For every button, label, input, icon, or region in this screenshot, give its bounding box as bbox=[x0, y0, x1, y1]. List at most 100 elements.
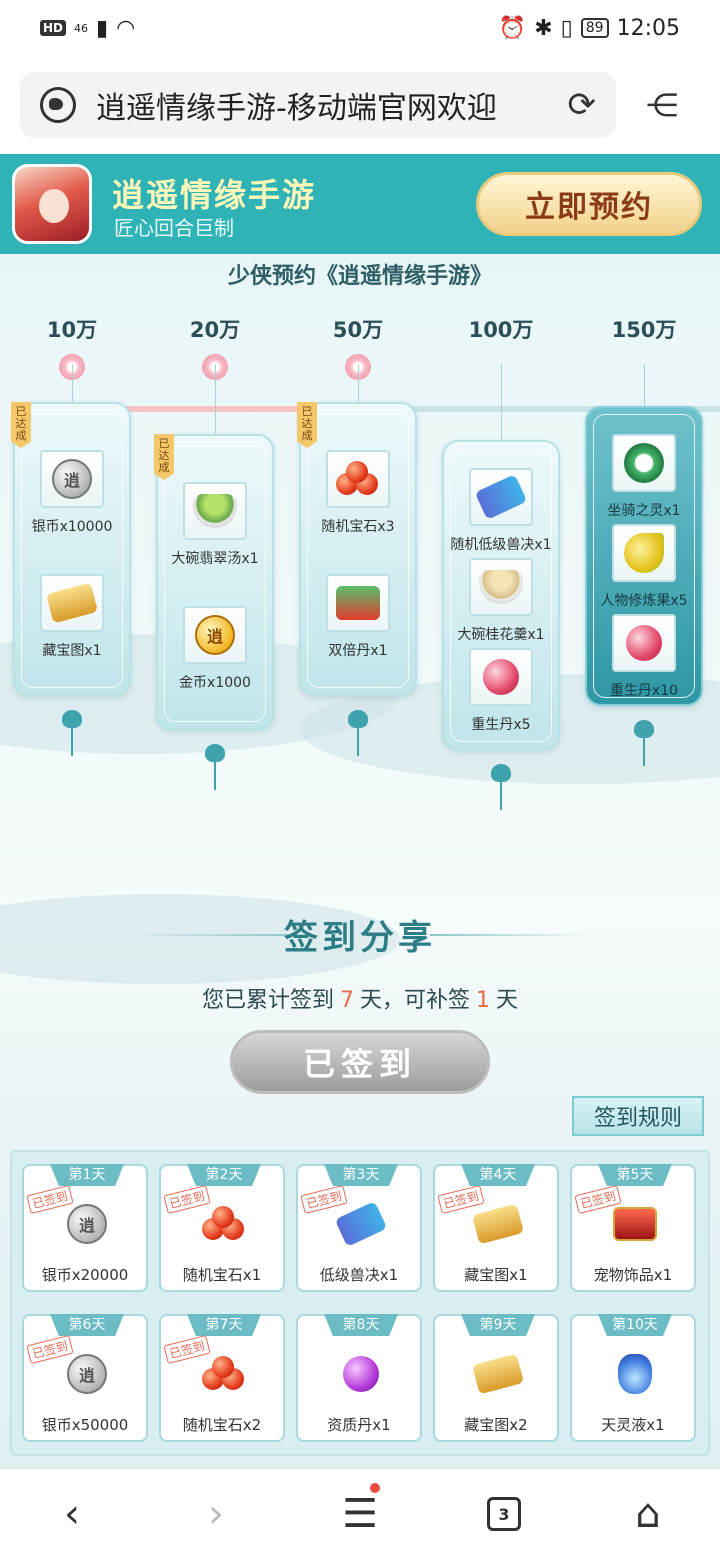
wifi-icon: ◠ bbox=[116, 15, 136, 41]
app-name: 逍遥情缘手游 bbox=[112, 176, 317, 214]
signin-day-card[interactable]: 第9天藏宝图x2 bbox=[433, 1314, 559, 1442]
reward-label: 藏宝图x1 bbox=[42, 643, 102, 659]
home-icon[interactable]: ⌂ bbox=[618, 1489, 678, 1539]
reward-label: 双倍丹x1 bbox=[328, 643, 388, 659]
milestone-card: 坐骑之灵x1 人物修炼果x5 重生丹x10 bbox=[585, 406, 703, 706]
battery-level: 89 bbox=[580, 18, 609, 38]
signin-day-card[interactable]: 第10天 天灵液x1 bbox=[570, 1314, 696, 1442]
hanging-thread bbox=[501, 364, 502, 440]
signin-day-card[interactable]: 第8天资质丹x1 bbox=[296, 1314, 422, 1442]
treasure-map-icon bbox=[40, 574, 104, 632]
signin-rules-button[interactable]: 签到规则 bbox=[572, 1096, 704, 1136]
day-reward-label: 随机宝石x2 bbox=[182, 1416, 262, 1434]
lotus-pendant-icon bbox=[343, 706, 373, 756]
reward-label: 银币x10000 bbox=[31, 519, 113, 535]
day-tag: 第4天 bbox=[461, 1164, 535, 1186]
network-type: 46 bbox=[74, 21, 89, 35]
day-reward-label: 藏宝图x1 bbox=[464, 1266, 528, 1284]
silver-coin-icon: 逍 bbox=[40, 450, 104, 508]
day-reward-label: 银币x20000 bbox=[41, 1266, 129, 1284]
signed-button[interactable]: 已签到 bbox=[230, 1030, 490, 1094]
signin-summary: 您已累计签到 7 天，可补签 1 天 bbox=[0, 982, 720, 1014]
double-pill-chest-icon bbox=[326, 574, 390, 632]
lotus-pendant-icon bbox=[57, 706, 87, 756]
signin-day-card[interactable]: 第2天 已签到 随机宝石x1 bbox=[159, 1164, 285, 1292]
bottom-navigation: ‹ › ☰ 3 ⌂ bbox=[0, 1468, 720, 1560]
lotus-pendant-icon bbox=[629, 716, 659, 766]
hanging-thread bbox=[72, 364, 73, 402]
day-reward-label: 低级兽决x1 bbox=[319, 1266, 399, 1284]
day-reward-label: 资质丹x1 bbox=[327, 1416, 391, 1434]
summary-mid: 天，可补签 bbox=[359, 988, 470, 1013]
reserve-now-button[interactable]: 立即预约 bbox=[476, 172, 702, 236]
achieved-badge: 已达成 bbox=[11, 402, 31, 448]
hanging-thread bbox=[358, 364, 359, 402]
day-tag: 第7天 bbox=[187, 1314, 261, 1336]
reward-label: 坐骑之灵x1 bbox=[607, 503, 681, 519]
days-signed: 7 bbox=[339, 988, 354, 1013]
reward-label: 金币x1000 bbox=[179, 675, 251, 691]
achieved-badge: 已达成 bbox=[154, 434, 174, 480]
day-reward-label: 藏宝图x2 bbox=[464, 1416, 528, 1434]
reward-label: 重生丹x10 bbox=[609, 683, 679, 699]
achieved-badge: 已达成 bbox=[297, 402, 317, 448]
milestone-label: 10万 bbox=[46, 318, 98, 342]
main-content: 少侠预约《逍遥情缘手游》 10万逍银币x10000 藏宝图x1 已达成 20万 大碗翡翠… bbox=[0, 254, 720, 1468]
reload-icon[interactable]: ⟳ bbox=[568, 85, 597, 125]
alarm-icon: ⏰ bbox=[498, 15, 527, 41]
status-left: HD 46 ▮ ◠ bbox=[40, 16, 135, 41]
milestone-card: 逍银币x10000 藏宝图x1 已达成 bbox=[11, 402, 131, 696]
signin-title: 签到分享 bbox=[284, 918, 436, 958]
day-tag: 第3天 bbox=[324, 1164, 398, 1186]
signin-day-card[interactable]: 第6天逍已签到 银币x50000 bbox=[22, 1314, 148, 1442]
milestone-card: 随机宝石x3 双倍丹x1 已达成 bbox=[297, 402, 417, 696]
reward-label: 随机低级兽决x1 bbox=[450, 537, 552, 553]
vibrate-icon: ▯ bbox=[560, 15, 573, 41]
summary-suffix: 天 bbox=[496, 988, 519, 1013]
makeup-days: 1 bbox=[476, 988, 490, 1013]
reward-label: 大碗桂花羹x1 bbox=[457, 627, 545, 643]
mount-spirit-icon bbox=[612, 434, 676, 492]
day-tag: 第6天 bbox=[50, 1314, 124, 1336]
app-slogan: 匠心回合巨制 bbox=[114, 216, 234, 240]
reward-label: 大碗翡翠汤x1 bbox=[171, 551, 259, 567]
tabs-count: 3 bbox=[487, 1497, 521, 1531]
day-reward-label: 银币x50000 bbox=[41, 1416, 129, 1434]
lotus-pendant-icon bbox=[486, 760, 516, 810]
milestone-label: 50万 bbox=[332, 318, 384, 342]
hanging-thread bbox=[215, 364, 216, 434]
milestone-label: 20万 bbox=[189, 318, 241, 342]
hd-indicator: HD bbox=[40, 20, 67, 36]
signin-day-card[interactable]: 第5天 已签到 宠物饰品x1 bbox=[570, 1164, 696, 1292]
day-tag: 第5天 bbox=[598, 1164, 672, 1186]
jade-soup-bowl-icon bbox=[183, 482, 247, 540]
milestone-card: 随机低级兽决x1 大碗桂花羹x1 重生丹x5 bbox=[442, 440, 560, 750]
app-banner: 逍遥情缘手游 匠心回合巨制 立即预约 bbox=[0, 154, 720, 254]
page-title[interactable]: 逍遥情缘手游-移动端官网欢迎 bbox=[96, 83, 548, 127]
back-icon[interactable]: ‹ bbox=[42, 1489, 102, 1539]
day-reward-label: 随机宝石x1 bbox=[182, 1266, 262, 1284]
menu-icon[interactable]: ☰ bbox=[330, 1483, 390, 1539]
gold-coin-icon: 逍 bbox=[183, 606, 247, 664]
tabs-button[interactable]: 3 bbox=[474, 1489, 534, 1539]
signin-day-card[interactable]: 第1天逍已签到 银币x20000 bbox=[22, 1164, 148, 1292]
rebirth-pill-icon bbox=[612, 614, 676, 672]
signin-reward-grid: 第1天逍已签到 银币x20000 第2天 已签到 随机宝石x1 第3天 已签到 低级兽决x1 第… bbox=[10, 1150, 710, 1456]
cultivation-fruit-icon bbox=[612, 524, 676, 582]
day-tag: 第9天 bbox=[461, 1314, 535, 1336]
milestone-card: 大碗翡翠汤x1 逍金币x1000 已达成 bbox=[154, 434, 274, 730]
signin-day-card[interactable]: 第7天 已签到 随机宝石x2 bbox=[159, 1314, 285, 1442]
rebirth-pill-icon bbox=[469, 648, 533, 706]
summary-prefix: 您已累计签到 bbox=[201, 988, 334, 1013]
reward-label: 重生丹x5 bbox=[471, 717, 531, 733]
signin-day-card[interactable]: 第3天 已签到 低级兽决x1 bbox=[296, 1164, 422, 1292]
forward-icon[interactable]: › bbox=[186, 1489, 246, 1539]
signin-day-card[interactable]: 第4天 已签到 藏宝图x1 bbox=[433, 1164, 559, 1292]
address-bar[interactable]: 逍遥情缘手游-移动端官网欢迎 ⟳ bbox=[20, 72, 616, 138]
day-tag: 第8天 bbox=[324, 1314, 398, 1336]
day-reward-label: 天灵液x1 bbox=[601, 1416, 665, 1434]
milestone-label: 150万 bbox=[611, 318, 677, 342]
gems-icon bbox=[326, 450, 390, 508]
bluetooth-icon: ✱ bbox=[534, 15, 553, 41]
share-icon[interactable]: ⋲ bbox=[646, 86, 678, 124]
